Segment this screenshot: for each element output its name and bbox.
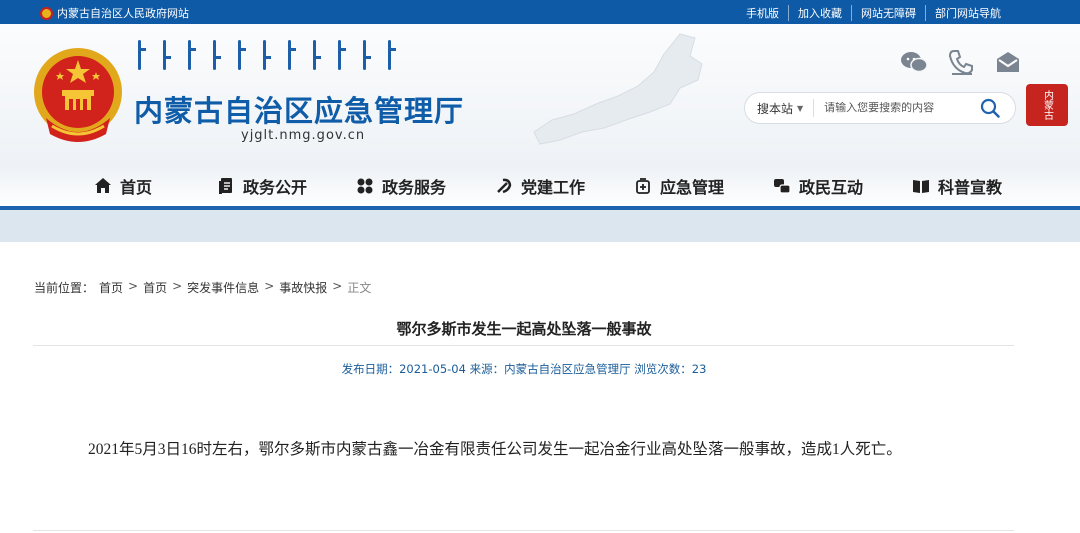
seal-stamp: 内蒙古 bbox=[1026, 84, 1068, 126]
nav-item-label: 政务服务 bbox=[381, 178, 446, 197]
nav-item-interaction[interactable]: 政民互动 bbox=[749, 168, 888, 204]
search-scope-dropdown[interactable]: 搜本站 ▼ bbox=[745, 99, 815, 117]
mongolian-script bbox=[138, 40, 396, 70]
accessibility-link[interactable]: 网站无障碍 bbox=[851, 5, 925, 21]
nav-item-gov-affairs[interactable]: 政务公开 bbox=[193, 168, 332, 204]
site-header: 内蒙古自治区应急管理厅 yjglt.nmg.gov.cn 搜本站 ▼ 内蒙古 bbox=[0, 24, 1080, 168]
emblem-mini-icon bbox=[40, 6, 53, 20]
search-box: 搜本站 ▼ bbox=[744, 92, 1016, 124]
book-icon bbox=[912, 180, 929, 193]
article-body: 2021年5月3日16时左右，鄂尔多斯市内蒙古鑫一冶金有限责任公司发生一起冶金行… bbox=[88, 441, 902, 458]
add-favorite-link[interactable]: 加入收藏 bbox=[788, 5, 851, 21]
nav-item-education[interactable]: 科普宣教 bbox=[888, 168, 1027, 204]
breadcrumb-link[interactable]: 事故快报 bbox=[279, 279, 327, 296]
seal-text: 内蒙古 bbox=[1041, 90, 1053, 120]
breadcrumb-separator: > bbox=[128, 279, 139, 293]
chevron-down-icon: ▼ bbox=[797, 103, 804, 113]
search-scope-label: 搜本站 bbox=[757, 101, 794, 116]
main-nav: 首页 政务公开 政务服务 党建工作 应急管理 政民互动 科普宣教 bbox=[0, 168, 1080, 208]
article-title: 鄂尔多斯市发生一起高处坠落一般事故 bbox=[396, 320, 652, 338]
nav-item-label: 科普宣教 bbox=[937, 178, 1002, 197]
phone-icon[interactable] bbox=[947, 48, 975, 76]
top-bar: 内蒙古自治区人民政府网站 手机版 加入收藏 网站无障碍 部门网站导航 bbox=[0, 0, 1080, 24]
breadcrumb-separator: > bbox=[332, 279, 343, 293]
nav-item-label: 应急管理 bbox=[659, 178, 724, 197]
department-nav-link[interactable]: 部门网站导航 bbox=[925, 5, 1010, 21]
national-emblem-icon[interactable] bbox=[32, 46, 124, 144]
breadcrumb-prefix: 当前位置： bbox=[34, 281, 95, 295]
breadcrumb-link[interactable]: 突发事件信息 bbox=[187, 279, 259, 296]
mail-icon[interactable] bbox=[994, 48, 1022, 76]
article-meta: 发布日期：2021-05-04 来源：内蒙古自治区应急管理厅 浏览次数：23 bbox=[341, 362, 707, 376]
nav-item-label: 首页 bbox=[119, 178, 152, 197]
gov-site-link[interactable]: 内蒙古自治区人民政府网站 bbox=[40, 5, 189, 21]
site-title: 内蒙古自治区应急管理厅 bbox=[134, 94, 465, 128]
wechat-icon[interactable] bbox=[900, 48, 928, 76]
breadcrumb: 当前位置： 首页 > 首页 > 突发事件信息 > 事故快报 > 正文 bbox=[34, 279, 371, 296]
nav-item-party-building[interactable]: 党建工作 bbox=[471, 168, 610, 204]
party-icon bbox=[497, 178, 512, 194]
header-icons bbox=[900, 48, 1022, 76]
nav-item-label: 政民互动 bbox=[798, 178, 863, 197]
services-icon bbox=[357, 178, 373, 194]
document-icon bbox=[218, 178, 232, 194]
nav-item-label: 政务公开 bbox=[242, 178, 307, 197]
nav-item-home[interactable]: 首页 bbox=[54, 168, 193, 204]
emergency-icon bbox=[636, 178, 650, 194]
top-links: 手机版 加入收藏 网站无障碍 部门网站导航 bbox=[737, 5, 1010, 21]
breadcrumb-separator: > bbox=[172, 279, 183, 293]
site-domain: yjglt.nmg.gov.cn bbox=[241, 128, 366, 143]
search-button[interactable] bbox=[977, 95, 1003, 121]
interaction-icon bbox=[773, 179, 791, 194]
search-icon bbox=[980, 98, 1000, 118]
title-divider bbox=[33, 345, 1014, 346]
mobile-version-link[interactable]: 手机版 bbox=[737, 5, 788, 21]
inner-mongolia-map-icon bbox=[533, 33, 703, 145]
nav-item-emergency[interactable]: 应急管理 bbox=[610, 168, 749, 204]
breadcrumb-current: 正文 bbox=[347, 281, 372, 295]
breadcrumb-link[interactable]: 首页 bbox=[99, 279, 123, 296]
nav-item-label: 党建工作 bbox=[520, 178, 585, 197]
breadcrumb-link[interactable]: 首页 bbox=[143, 279, 167, 296]
banner-band bbox=[0, 210, 1080, 242]
gov-site-label: 内蒙古自治区人民政府网站 bbox=[57, 7, 189, 20]
nav-item-services[interactable]: 政务服务 bbox=[332, 168, 471, 204]
breadcrumb-separator: > bbox=[264, 279, 275, 293]
search-input[interactable] bbox=[824, 102, 977, 114]
content-divider bbox=[33, 530, 1014, 531]
home-icon bbox=[94, 178, 111, 193]
